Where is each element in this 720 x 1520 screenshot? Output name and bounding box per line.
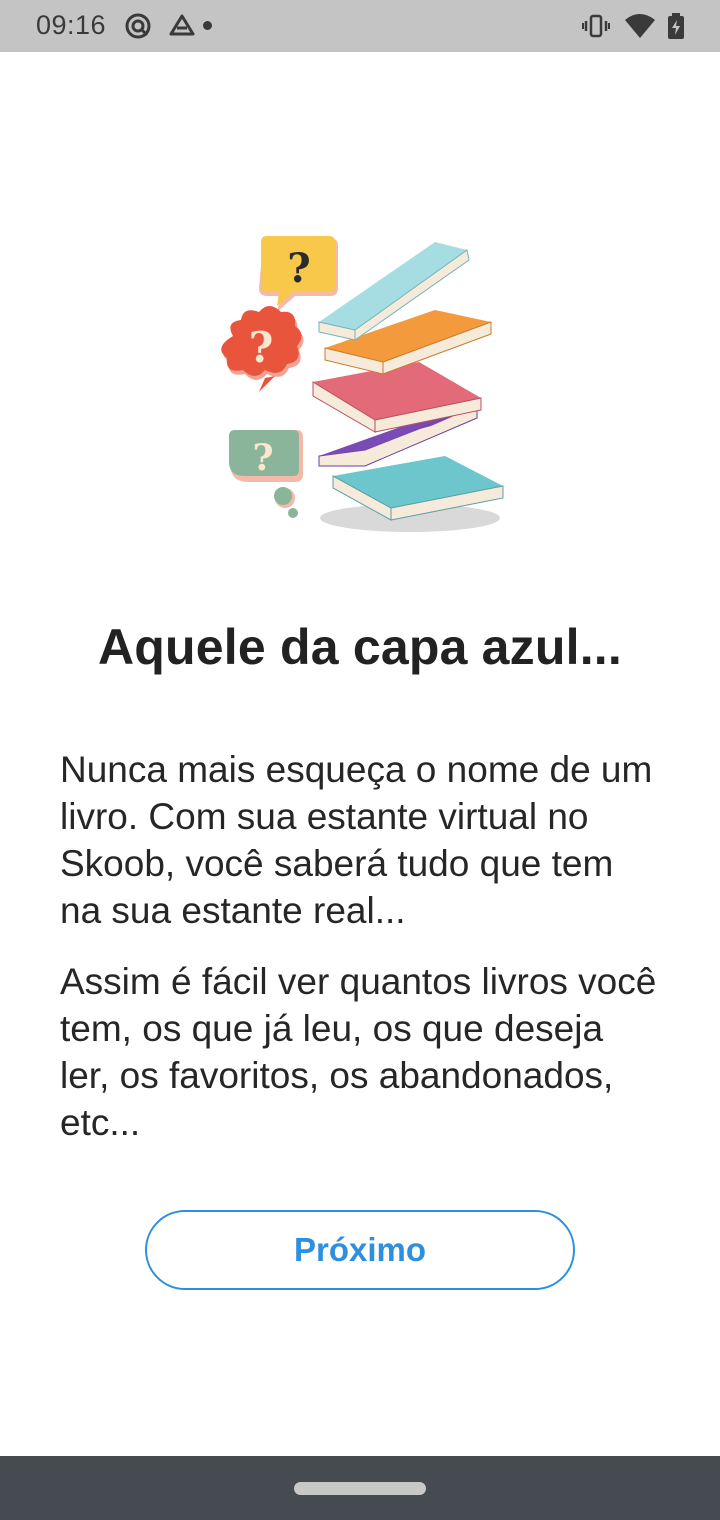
- vibrate-icon: [582, 14, 610, 38]
- battery-charging-icon: [668, 13, 684, 39]
- svg-text:?: ?: [249, 323, 274, 372]
- next-button[interactable]: Próximo: [145, 1210, 575, 1290]
- onboarding-paragraph-2: Assim é fácil ver quantos livros você te…: [60, 961, 657, 1143]
- home-gesture-handle[interactable]: [294, 1482, 426, 1495]
- books-question-marks-illustration: ? ? ?: [221, 236, 504, 532]
- status-time: 09:16: [36, 10, 107, 40]
- onboarding-paragraph-1: Nunca mais esqueça o nome de um livro. C…: [60, 749, 653, 931]
- notification-dot: [203, 21, 212, 30]
- onboarding-screen: 09:16 ? ? ? Aquele da capa azul... Nunca…: [0, 0, 720, 1520]
- status-bar: 09:16: [0, 0, 720, 52]
- onboarding-title: Aquele da capa azul...: [97, 619, 622, 675]
- svg-text:?: ?: [287, 245, 310, 292]
- system-navigation-bar: [0, 1456, 720, 1520]
- data-saver-icon: [125, 13, 151, 39]
- svg-text:?: ?: [252, 437, 273, 479]
- drive-icon: [169, 14, 195, 36]
- wifi-icon: [625, 14, 655, 38]
